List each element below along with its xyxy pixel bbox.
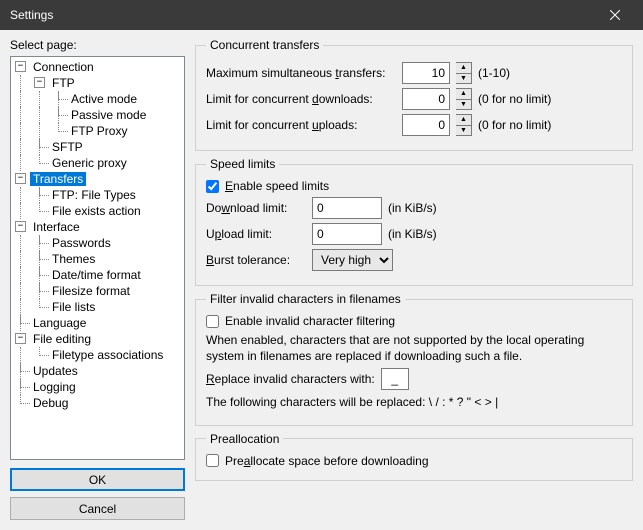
spin-up-icon[interactable]: ▲	[456, 63, 471, 74]
titlebar: Settings	[0, 0, 643, 30]
concurrent-ul-spinner[interactable]: ▲▼	[456, 114, 472, 136]
tree-toggle[interactable]: −	[15, 173, 26, 184]
spin-up-icon[interactable]: ▲	[456, 89, 471, 100]
tree-item-active-mode[interactable]: Active mode	[68, 92, 140, 106]
settings-tree[interactable]: − Connection − FTP Active mode	[10, 56, 185, 460]
burst-label: Burst tolerance:	[206, 253, 306, 267]
speed-legend: Speed limits	[206, 157, 279, 171]
tree-item-datetime[interactable]: Date/time format	[49, 268, 144, 282]
burst-select[interactable]: Very high	[312, 249, 393, 271]
tree-item-language[interactable]: Language	[30, 316, 89, 330]
dl-limit-unit: (in KiB/s)	[388, 201, 437, 215]
tree-item-ftp-proxy[interactable]: FTP Proxy	[68, 124, 130, 138]
filter-desc: When enabled, characters that are not su…	[206, 332, 622, 364]
speed-limits-group: Speed limits Enable speed limits Downloa…	[195, 157, 633, 286]
filter-group: Filter invalid characters in filenames E…	[195, 292, 633, 426]
tree-item-interface[interactable]: Interface	[30, 220, 83, 234]
replace-input[interactable]	[381, 368, 409, 390]
concurrent-dl-hint: (0 for no limit)	[478, 92, 551, 106]
tree-item-passive-mode[interactable]: Passive mode	[68, 108, 149, 122]
prealloc-label: Preallocate space before downloading	[225, 454, 429, 468]
tree-item-file-editing[interactable]: File editing	[30, 332, 94, 346]
close-button[interactable]	[595, 1, 635, 29]
spin-down-icon[interactable]: ▼	[456, 126, 471, 136]
max-transfers-hint: (1-10)	[478, 66, 510, 80]
enable-speed-label: Enable speed limits	[225, 179, 329, 193]
concurrent-ul-input[interactable]	[402, 114, 450, 136]
max-transfers-label: Maximum simultaneous transfers:	[206, 66, 396, 80]
dl-limit-label: Download limit:	[206, 201, 306, 215]
tree-toggle[interactable]: −	[34, 77, 45, 88]
concurrent-ul-hint: (0 for no limit)	[478, 118, 551, 132]
tree-item-transfers[interactable]: Transfers	[30, 172, 86, 186]
select-page-label: Select page:	[10, 38, 185, 52]
tree-item-file-exists[interactable]: File exists action	[49, 204, 144, 218]
concurrent-transfers-group: Concurrent transfers Maximum simultaneou…	[195, 38, 633, 151]
close-icon	[610, 10, 620, 20]
tree-item-file-types[interactable]: FTP: File Types	[49, 188, 139, 202]
max-transfers-spinner[interactable]: ▲▼	[456, 62, 472, 84]
ok-button[interactable]: OK	[10, 468, 185, 491]
cancel-button[interactable]: Cancel	[10, 497, 185, 520]
filter-legend: Filter invalid characters in filenames	[206, 292, 405, 306]
spin-down-icon[interactable]: ▼	[456, 100, 471, 110]
tree-item-filetype-assoc[interactable]: Filetype associations	[49, 348, 166, 362]
filter-list: The following characters will be replace…	[206, 394, 622, 410]
prealloc-checkbox[interactable]	[206, 454, 219, 467]
tree-item-logging[interactable]: Logging	[30, 380, 79, 394]
enable-filter-checkbox[interactable]	[206, 315, 219, 328]
prealloc-legend: Preallocation	[206, 432, 283, 446]
enable-filter-label: Enable invalid character filtering	[225, 314, 395, 328]
ul-limit-input[interactable]	[312, 223, 382, 245]
tree-item-filesize[interactable]: Filesize format	[49, 284, 133, 298]
ul-limit-unit: (in KiB/s)	[388, 227, 437, 241]
tree-item-filelists[interactable]: File lists	[49, 300, 98, 314]
tree-item-sftp[interactable]: SFTP	[49, 140, 86, 154]
tree-item-debug[interactable]: Debug	[30, 396, 71, 410]
concurrent-dl-label: Limit for concurrent downloads:	[206, 92, 396, 106]
prealloc-group: Preallocation Preallocate space before d…	[195, 432, 633, 481]
tree-item-connection[interactable]: Connection	[30, 60, 97, 74]
tree-item-updates[interactable]: Updates	[30, 364, 81, 378]
tree-toggle[interactable]: −	[15, 333, 26, 344]
enable-speed-checkbox[interactable]	[206, 180, 219, 193]
window-title: Settings	[10, 8, 595, 22]
concurrent-ul-label: Limit for concurrent uploads:	[206, 118, 396, 132]
tree-item-generic-proxy[interactable]: Generic proxy	[49, 156, 130, 170]
ul-limit-label: Upload limit:	[206, 227, 306, 241]
replace-label: Replace invalid characters with:	[206, 372, 375, 386]
max-transfers-input[interactable]	[402, 62, 450, 84]
concurrent-dl-input[interactable]	[402, 88, 450, 110]
concurrent-dl-spinner[interactable]: ▲▼	[456, 88, 472, 110]
tree-item-passwords[interactable]: Passwords	[49, 236, 114, 250]
tree-toggle[interactable]: −	[15, 61, 26, 72]
spin-up-icon[interactable]: ▲	[456, 115, 471, 126]
tree-item-ftp[interactable]: FTP	[49, 76, 78, 90]
dl-limit-input[interactable]	[312, 197, 382, 219]
spin-down-icon[interactable]: ▼	[456, 74, 471, 84]
tree-toggle[interactable]: −	[15, 221, 26, 232]
concurrent-legend: Concurrent transfers	[206, 38, 323, 52]
tree-item-themes[interactable]: Themes	[49, 252, 98, 266]
